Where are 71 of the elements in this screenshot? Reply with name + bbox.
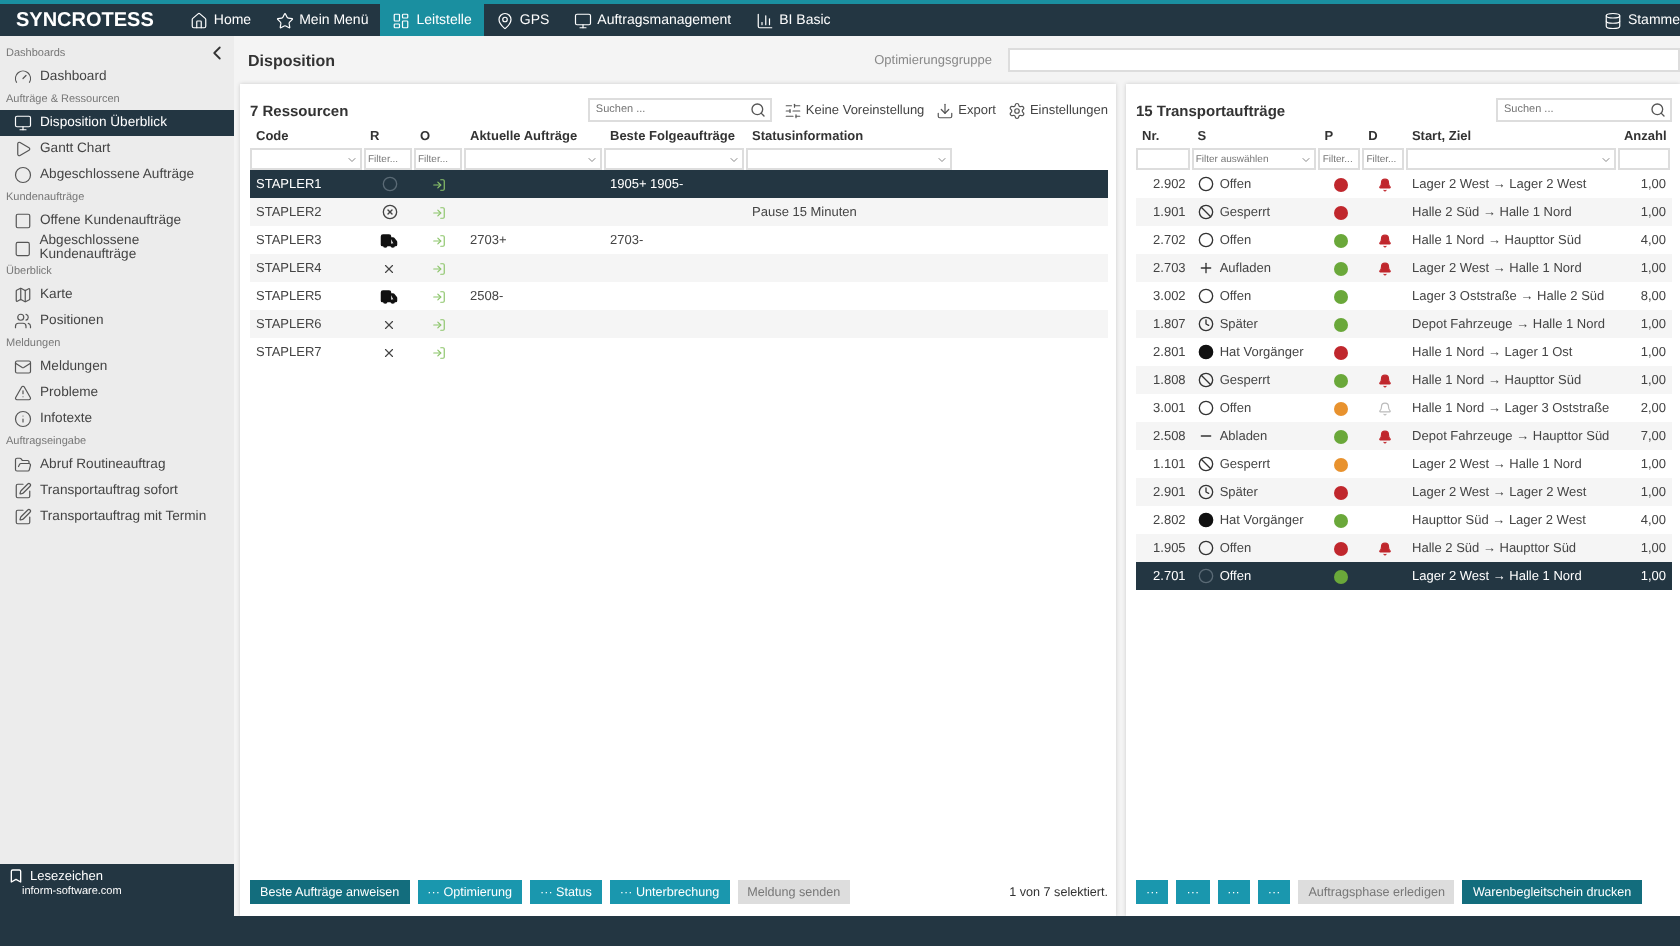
chevron-down-icon bbox=[1300, 153, 1313, 165]
login-icon bbox=[432, 177, 446, 191]
circle-icon bbox=[1197, 400, 1214, 416]
chevron-down-icon bbox=[936, 153, 948, 165]
circle-icon bbox=[381, 176, 397, 192]
filter-field[interactable] bbox=[746, 148, 952, 170]
monitor-icon bbox=[14, 114, 32, 132]
download-icon bbox=[936, 101, 955, 119]
x-icon bbox=[382, 317, 396, 331]
map-icon bbox=[14, 286, 32, 305]
sliders-icon bbox=[783, 101, 802, 119]
search-icon bbox=[749, 102, 766, 118]
dot-circle-icon bbox=[1197, 344, 1214, 360]
circle-icon bbox=[14, 166, 32, 184]
circle-icon bbox=[1197, 540, 1214, 556]
filter-field[interactable] bbox=[1136, 148, 1190, 170]
mail-icon bbox=[14, 358, 32, 377]
monitor-icon bbox=[573, 11, 592, 29]
chevron-down-icon bbox=[1600, 153, 1613, 165]
ban-icon bbox=[1197, 204, 1214, 220]
ban-icon bbox=[1197, 456, 1214, 472]
board-icon bbox=[392, 11, 411, 29]
login-icon bbox=[432, 317, 446, 331]
square-icon bbox=[14, 239, 32, 258]
login-icon bbox=[432, 205, 446, 219]
ban-icon bbox=[1197, 372, 1214, 388]
pin-icon bbox=[495, 11, 514, 29]
brand-logo: SYNCROTESS bbox=[14, 7, 156, 35]
info-icon bbox=[14, 410, 32, 429]
play-icon bbox=[14, 140, 32, 158]
x-icon bbox=[382, 261, 396, 275]
bookmark-icon bbox=[8, 868, 24, 884]
truck-icon bbox=[380, 287, 398, 305]
database-icon bbox=[1603, 11, 1622, 29]
login-icon bbox=[432, 261, 446, 275]
filter-field[interactable] bbox=[1618, 148, 1671, 170]
chevron-down-icon bbox=[346, 153, 358, 165]
group-field[interactable] bbox=[1008, 48, 1680, 72]
filter-field[interactable] bbox=[250, 148, 362, 170]
edit-icon bbox=[14, 508, 32, 527]
search-icon bbox=[1650, 102, 1666, 118]
star-icon bbox=[275, 11, 294, 29]
warning-icon bbox=[14, 384, 32, 403]
folder-icon bbox=[14, 456, 32, 475]
login-icon bbox=[432, 289, 446, 303]
circle-icon bbox=[1197, 568, 1214, 584]
settings-icon bbox=[1007, 101, 1026, 119]
home-icon bbox=[189, 11, 208, 29]
truck-icon bbox=[380, 231, 398, 249]
plus-icon bbox=[1197, 260, 1214, 276]
clock-icon bbox=[1197, 316, 1214, 332]
edit-icon bbox=[14, 482, 32, 501]
login-icon bbox=[432, 233, 446, 247]
login-icon bbox=[432, 345, 446, 359]
page-title: Disposition bbox=[248, 51, 336, 69]
people-icon bbox=[14, 312, 32, 331]
filter-field[interactable] bbox=[1406, 148, 1617, 170]
circle-icon bbox=[1197, 288, 1214, 304]
circle-icon bbox=[1197, 232, 1214, 248]
filter-field[interactable] bbox=[464, 148, 602, 170]
chart-icon bbox=[755, 11, 774, 29]
circle-x-icon bbox=[381, 204, 397, 220]
chevron-down-icon bbox=[728, 153, 740, 165]
clock-icon bbox=[1197, 484, 1214, 500]
chevron-down-icon bbox=[586, 153, 598, 165]
dot-circle-icon bbox=[1197, 512, 1214, 528]
x-icon bbox=[382, 345, 396, 359]
gauge-icon bbox=[14, 68, 32, 86]
circle-icon bbox=[1197, 176, 1214, 192]
filter-field[interactable] bbox=[604, 148, 744, 170]
square-icon bbox=[14, 212, 32, 230]
